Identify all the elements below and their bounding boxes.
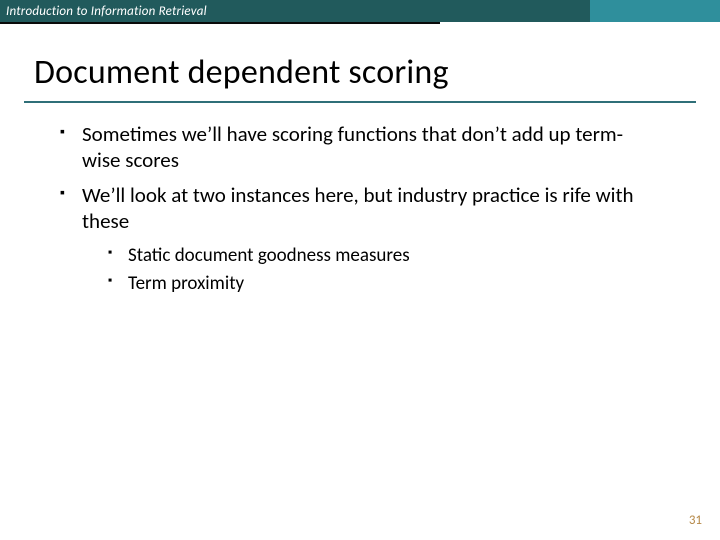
slide-title: Document dependent scoring (34, 52, 720, 93)
bullet-item: Sometimes we’ll have scoring functions t… (60, 121, 660, 174)
header-bar: Introduction to Information Retrieval (0, 0, 720, 22)
bullet-item: We’ll look at two instances here, but in… (60, 182, 660, 296)
sub-bullet-text: Term proximity (128, 272, 244, 295)
sub-bullet-item: Term proximity (108, 272, 660, 296)
sub-bullet-list: Static document goodness measures Term p… (108, 244, 660, 296)
slide: Introduction to Information Retrieval Do… (0, 0, 720, 540)
header-accent (590, 0, 720, 22)
slide-content: Sometimes we’ll have scoring functions t… (60, 121, 660, 296)
header-underline (0, 22, 440, 24)
bullet-text: We’ll look at two instances here, but in… (82, 182, 634, 234)
bullet-list: Sometimes we’ll have scoring functions t… (60, 121, 660, 296)
title-rule (24, 101, 696, 103)
sub-bullet-item: Static document goodness measures (108, 244, 660, 268)
page-number: 31 (689, 513, 702, 528)
bullet-text: Sometimes we’ll have scoring functions t… (82, 121, 623, 173)
course-title: Introduction to Information Retrieval (0, 4, 207, 19)
sub-bullet-text: Static document goodness measures (128, 244, 410, 267)
